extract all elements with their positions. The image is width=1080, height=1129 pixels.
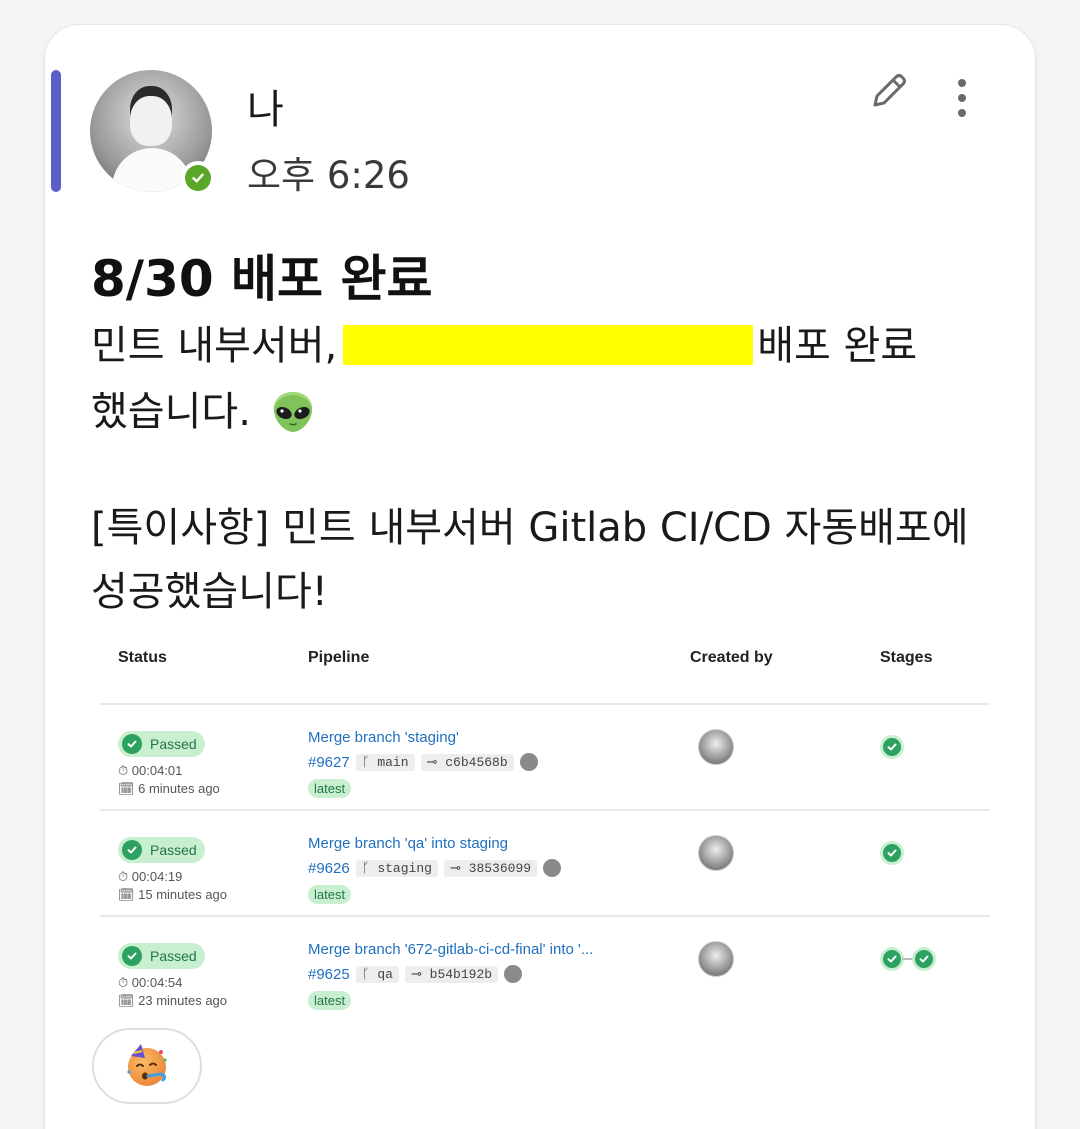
- pipeline-info: #9626 ᚴ staging ⊸ 38536099: [308, 859, 562, 877]
- stage-passed-icon[interactable]: [912, 947, 936, 971]
- presence-available-icon: [181, 161, 215, 195]
- more-options-button[interactable]: [945, 73, 979, 123]
- message-line-2: 했습니다.: [91, 379, 316, 437]
- alien-emoji: [273, 392, 312, 432]
- stage-passed-icon[interactable]: [880, 841, 904, 865]
- status-badge: Passed: [118, 731, 205, 757]
- commit-author-avatar: [519, 753, 538, 771]
- message-text: 배포 완료: [757, 323, 918, 369]
- branch-tag[interactable]: ᚴ main: [355, 753, 415, 771]
- own-message-accent-bar: [51, 70, 61, 192]
- status-badge: Passed: [118, 943, 205, 969]
- latest-badge: latest: [308, 779, 352, 798]
- message-line-3: [특이사항] 민트 내부서버 Gitlab CI/CD 자동배포에: [91, 505, 969, 551]
- pipeline-title-link[interactable]: Merge branch '672-gitlab-ci-cd-final' in…: [308, 941, 593, 958]
- created-ago: 🗓 6 minutes ago: [118, 781, 220, 796]
- check-icon: [122, 840, 142, 860]
- redacted-text: [343, 325, 754, 365]
- pipeline-id-link[interactable]: #9626: [308, 860, 350, 877]
- pipeline-id-link[interactable]: #9627: [308, 754, 350, 771]
- column-header-pipeline: Pipeline: [308, 649, 370, 666]
- status-badge: Passed: [118, 837, 205, 863]
- creator-avatar[interactable]: [698, 729, 734, 765]
- message-card: 나 오후 6:26 8/30 배포 완료 민트 내부서버, 배포 완료 했습니다.…: [45, 25, 1035, 1129]
- commit-author-avatar: [504, 965, 523, 983]
- commit-author-avatar: [543, 859, 562, 877]
- latest-badge: latest: [308, 991, 352, 1010]
- partying-face-emoji: [127, 1044, 167, 1086]
- commit-tag[interactable]: ⊸ 38536099: [443, 859, 538, 877]
- pipeline-screenshot[interactable]: Status Pipeline Created by Stages Passed…: [100, 633, 990, 1010]
- creator-avatar[interactable]: [698, 941, 734, 977]
- duration: ⏱ 00:04:19: [118, 869, 183, 884]
- duration: ⏱ 00:04:01: [118, 763, 183, 778]
- message-text: 했습니다.: [91, 389, 251, 435]
- column-header-status: Status: [118, 649, 167, 666]
- commit-tag[interactable]: ⊸ c6b4568b: [420, 753, 514, 771]
- created-ago: 🗓 23 minutes ago: [118, 993, 228, 1008]
- edit-button[interactable]: [867, 69, 911, 113]
- pencil-icon: [873, 74, 906, 107]
- more-vertical-icon: [958, 79, 966, 87]
- message-text: 민트 내부서버,: [91, 323, 338, 369]
- sender-name: 나: [247, 87, 284, 133]
- latest-badge: latest: [308, 885, 352, 904]
- column-header-stages: Stages: [880, 649, 933, 666]
- pipeline-info: #9627 ᚴ main ⊸ c6b4568b: [308, 753, 538, 771]
- check-icon: [122, 946, 142, 966]
- message-line-1: 민트 내부서버, 배포 완료: [91, 313, 917, 371]
- branch-tag[interactable]: ᚴ staging: [355, 859, 438, 877]
- commit-tag[interactable]: ⊸ b54b192b: [404, 965, 499, 983]
- pipeline-info: #9625 ᚴ qa ⊸ b54b192b: [308, 965, 523, 983]
- message-line-4: 성공했습니다!: [91, 569, 328, 615]
- column-header-created-by: Created by: [690, 649, 773, 666]
- pipeline-title-link[interactable]: Merge branch 'qa' into staging: [308, 835, 508, 852]
- message-time: 오후 6:26: [247, 154, 410, 197]
- created-ago: 🗓 15 minutes ago: [118, 887, 228, 902]
- check-icon: [122, 734, 142, 754]
- message-title: 8/30 배포 완료: [91, 250, 433, 308]
- pipeline-title-link[interactable]: Merge branch 'staging': [308, 729, 459, 746]
- duration: ⏱ 00:04:54: [118, 975, 183, 990]
- stage-passed-icon[interactable]: [880, 947, 904, 971]
- table-row: Passed ⏱ 00:04:54 🗓 23 minutes ago Merge…: [100, 931, 990, 1037]
- stage-passed-icon[interactable]: [880, 735, 904, 759]
- branch-tag[interactable]: ᚴ qa: [355, 965, 399, 983]
- pipeline-id-link[interactable]: #9625: [308, 966, 350, 983]
- creator-avatar[interactable]: [698, 835, 734, 871]
- reaction-button[interactable]: [92, 1028, 202, 1104]
